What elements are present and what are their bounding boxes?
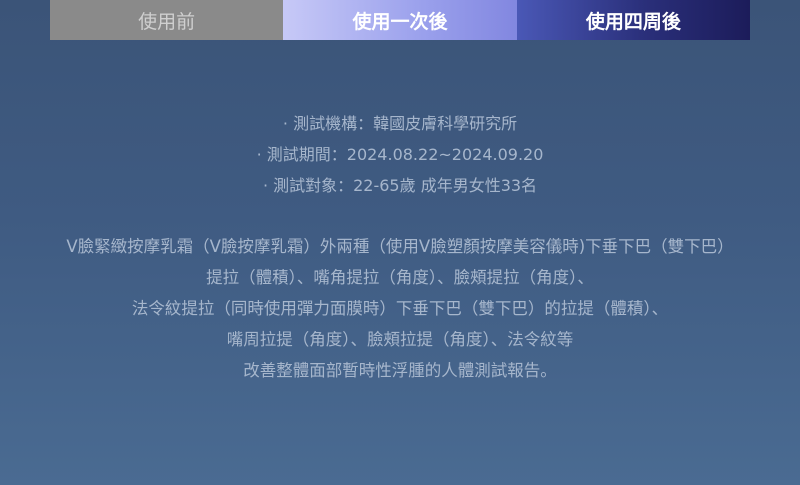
description-line: 改善整體面部暫時性浮腫的人體測試報告。 — [243, 361, 557, 380]
test-subjects: · 測試對象：22-65歲 成年男女性33名 — [262, 176, 538, 195]
tab-before-use[interactable]: 使用前 — [50, 0, 284, 40]
test-description: V臉緊緻按摩乳霜（V臉按摩乳霜）外兩種（使用V臉塑顏按摩美容儀時)下垂下巴（雙下… — [0, 231, 800, 386]
test-period: · 測試期間：2024.08.22~2024.09.20 — [256, 145, 544, 164]
description-line: 法令紋提拉（同時使用彈力面膜時）下垂下巴（雙下巴）的拉提（體積）、 — [131, 299, 669, 318]
test-institution: · 測試機構：韓國皮膚科學研究所 — [282, 114, 518, 133]
description-line: 提拉（體積）、嘴角提拉（角度）、臉頰提拉（角度）、 — [206, 268, 594, 287]
tab-bar: 使用前 使用一次後 使用四周後 — [50, 0, 750, 40]
tab-after-four-weeks[interactable]: 使用四周後 — [516, 0, 750, 40]
tab-after-one-use[interactable]: 使用一次後 — [283, 0, 517, 40]
description-line: V臉緊緻按摩乳霜（V臉按摩乳霜）外兩種（使用V臉塑顏按摩美容儀時)下垂下巴（雙下… — [66, 237, 734, 256]
test-info: · 測試機構：韓國皮膚科學研究所 · 測試期間：2024.08.22~2024.… — [0, 108, 800, 201]
description-line: 嘴周拉提（角度）、臉頰拉提（角度）、法令紋等 — [226, 330, 574, 349]
